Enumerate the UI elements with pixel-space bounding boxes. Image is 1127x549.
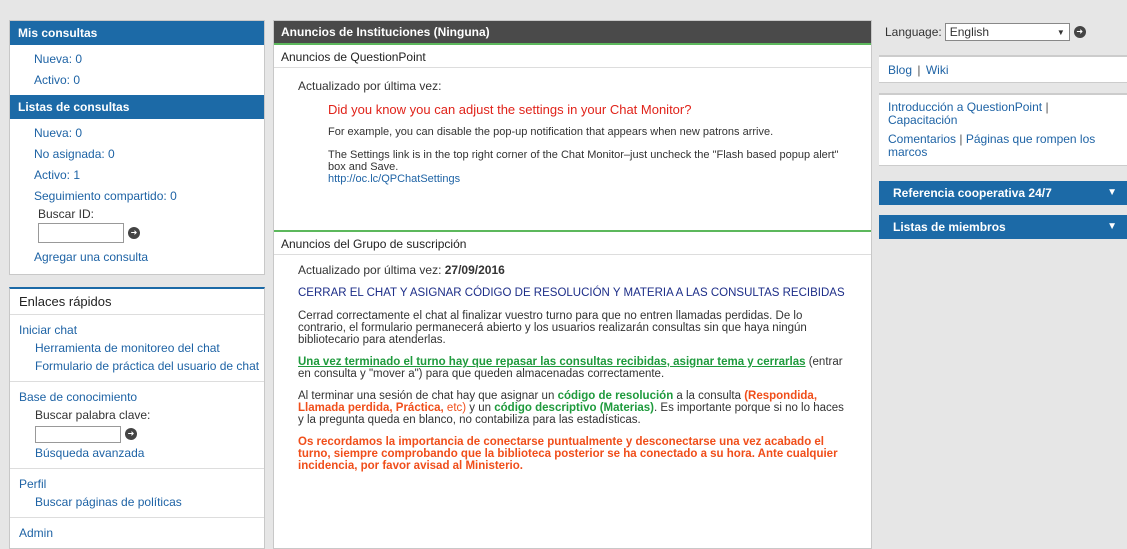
member-lists-dropdown[interactable]: Listas de miembros ▼ — [879, 215, 1127, 239]
group-paragraph-2-highlight: Una vez terminado el turno hay que repas… — [298, 356, 806, 368]
list-shared-followup-link[interactable]: Seguimiento compartido: 0 — [34, 189, 177, 203]
group-updated-label: Actualizado por última vez: — [298, 263, 442, 277]
group-paragraph-4: Os recordamos la importancia de conectar… — [298, 436, 838, 472]
qp-announcements-panel: Actualizado por última vez: Did you know… — [274, 68, 871, 230]
my-queries-title: Mis consultas — [10, 21, 264, 45]
list-active-link[interactable]: Activo: 1 — [34, 168, 80, 182]
info-links-box: Introducción a QuestionPoint | Capacitac… — [879, 93, 1127, 166]
qp-headline: Did you know you can adjust the settings… — [328, 102, 692, 117]
qp-announcements-title: Anuncios de QuestionPoint — [274, 43, 871, 68]
keyword-label: Buscar palabra clave: — [35, 408, 151, 422]
language-go-icon[interactable]: ➜ — [1073, 26, 1086, 38]
knowledge-base-link[interactable]: Base de conocimiento — [19, 390, 137, 404]
profile-link[interactable]: Perfil — [19, 477, 46, 491]
search-id-input[interactable] — [38, 223, 124, 243]
coop-reference-label: Referencia cooperativa 24/7 — [893, 186, 1052, 200]
chevron-down-icon: ▼ — [1107, 187, 1117, 198]
language-label: Language: — [885, 25, 942, 39]
keyword-input[interactable] — [35, 425, 121, 443]
group-paragraph-1: Cerrad correctamente el chat al finaliza… — [298, 310, 807, 346]
chat-monitor-link[interactable]: Herramienta de monitoreo del chat — [35, 341, 220, 355]
my-active-link[interactable]: Activo: 0 — [34, 73, 80, 87]
group-updated-date: 27/09/2016 — [444, 263, 505, 277]
query-lists-title: Listas de consultas — [10, 95, 264, 119]
p3-c: a la consulta — [673, 390, 745, 402]
qp-updated: Actualizado por última vez: — [298, 79, 442, 93]
p3-g: código descriptivo — [494, 402, 597, 414]
p3-a: Al terminar una sesión de chat hay que a… — [298, 390, 558, 402]
chat-practice-form-link[interactable]: Formulario de práctica del usuario de ch… — [35, 359, 259, 373]
chevron-down-icon: ▼ — [1107, 221, 1117, 232]
start-chat-link[interactable]: Iniciar chat — [19, 323, 77, 337]
right-column: Language: English ▼ ➜ Blog | Wiki Introd… — [879, 20, 1127, 239]
qp-settings-link[interactable]: http://oc.lc/QPChatSettings — [328, 173, 460, 185]
add-query-link[interactable]: Agregar una consulta — [34, 250, 148, 264]
my-new-link[interactable]: Nueva: 0 — [34, 52, 82, 66]
separator: | — [1045, 100, 1049, 114]
qp-paragraph-1: For example, you can disable the pop-up … — [328, 126, 774, 138]
blog-wiki-box: Blog | Wiki — [879, 55, 1127, 83]
group-headline: CERRAR EL CHAT Y ASIGNAR CÓDIGO DE RESOL… — [298, 287, 845, 299]
comments-link[interactable]: Comentarios — [888, 132, 956, 146]
admin-link[interactable]: Admin — [19, 526, 53, 540]
group-announcements-panel: Actualizado por última vez: 27/09/2016 C… — [274, 255, 871, 492]
p3-h: (Materias) — [596, 402, 655, 414]
separator: | — [917, 63, 921, 77]
institution-announcements-title: Anuncios de Instituciones (Ninguna) — [274, 21, 871, 43]
advanced-search-link[interactable]: Búsqueda avanzada — [35, 446, 144, 460]
announcements-column: Anuncios de Instituciones (Ninguna) Anun… — [273, 20, 872, 549]
coop-reference-dropdown[interactable]: Referencia cooperativa 24/7 ▼ — [879, 181, 1127, 205]
language-select[interactable]: English ▼ — [944, 23, 1070, 41]
training-link[interactable]: Capacitación — [888, 113, 957, 127]
keyword-go-icon[interactable]: ➜ — [125, 428, 137, 440]
intro-link[interactable]: Introducción a QuestionPoint — [888, 100, 1042, 114]
chevron-down-icon: ▼ — [1056, 27, 1065, 37]
search-id-label: Buscar ID: — [38, 207, 95, 221]
separator: | — [959, 132, 963, 146]
wiki-link[interactable]: Wiki — [926, 63, 949, 77]
language-value: English — [949, 25, 990, 39]
p3-f: y un — [466, 402, 495, 414]
group-announcements-title: Anuncios del Grupo de suscripción — [274, 230, 871, 255]
list-unassigned-link[interactable]: No asignada: 0 — [34, 147, 115, 161]
p3-e: etc) — [443, 402, 467, 414]
my-queries-box: Mis consultas Nueva: 0 Activo: 0 Listas … — [9, 20, 265, 275]
qp-paragraph-2: The Settings link is in the top right co… — [328, 149, 839, 173]
quick-links-title: Enlaces rápidos — [10, 289, 264, 315]
left-column: Mis consultas Nueva: 0 Activo: 0 Listas … — [9, 20, 265, 549]
policy-pages-link[interactable]: Buscar páginas de políticas — [35, 495, 182, 509]
p3-b: código de resolución — [557, 390, 674, 402]
search-id-go-icon[interactable]: ➜ — [128, 227, 140, 239]
quick-links-box: Enlaces rápidos Iniciar chat Herramienta… — [9, 287, 265, 549]
member-lists-label: Listas de miembros — [893, 220, 1006, 234]
list-new-link[interactable]: Nueva: 0 — [34, 126, 82, 140]
blog-link[interactable]: Blog — [888, 63, 912, 77]
